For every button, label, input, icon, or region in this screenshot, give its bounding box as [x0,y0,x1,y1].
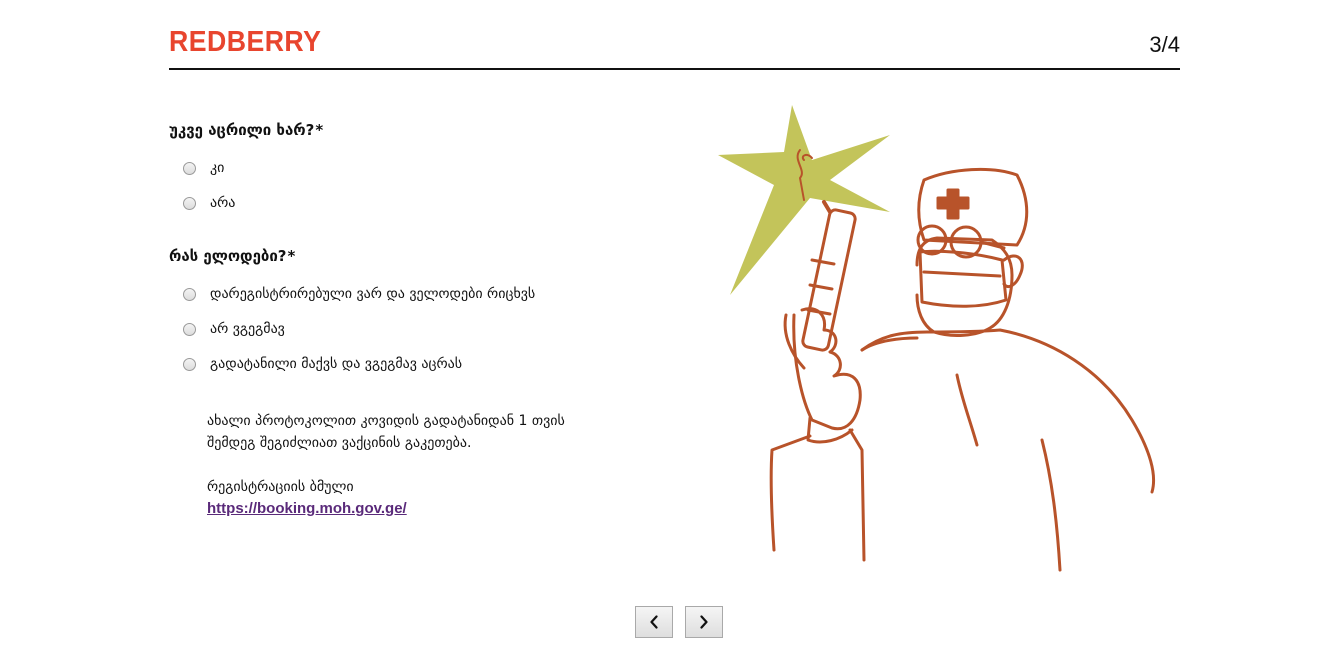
option-label: გადატანილი მაქვს და ვგეგმავ აცრას [210,356,463,372]
info-text-line: ახალი პროტოკოლით კოვიდის გადატანიდან 1 თ… [207,413,565,429]
next-button[interactable] [685,606,723,638]
required-mark: * [287,247,296,265]
radio-option-not-planning[interactable]: არ ვგეგმავ [183,319,669,339]
question-vaccinated: უკვე აცრილი ხარ?* [169,118,669,142]
radio-option-yes[interactable]: კი [183,158,669,178]
chevron-left-icon [650,615,658,629]
option-label: არ ვგეგმავ [210,321,285,337]
radio-button[interactable] [183,322,196,336]
page: REDBERRY 3/4 უკვე აცრილი ხარ?* კი არა რა… [0,0,1342,650]
radio-button[interactable] [183,161,196,175]
option-label: დარეგისტრირებული ვარ და ველოდები რიცხვს [210,286,536,302]
option-label: არა [210,195,236,211]
required-mark: * [315,121,324,139]
info-text-line: შემდეგ შეგიძლიათ ვაქცინის გაკეთება. [207,435,472,451]
question-label: რას ელოდები? [169,247,287,265]
survey-form: უკვე აცრილი ხარ?* კი არა რას ელოდები?* დ… [169,118,669,520]
radio-button[interactable] [183,357,196,371]
registration-link-label: რეგისტრაციის ბმული [207,479,354,495]
option-label: კი [210,160,225,176]
chevron-right-icon [700,615,708,629]
question-label: უკვე აცრილი ხარ? [169,121,315,139]
radio-option-had-covid[interactable]: გადატანილი მაქვს და ვგეგმავ აცრას [183,354,669,374]
radio-button[interactable] [183,196,196,210]
radio-option-no[interactable]: არა [183,193,669,213]
header: REDBERRY 3/4 [169,22,1180,70]
redberry-logo: REDBERRY [169,26,322,58]
registration-link[interactable]: https://booking.moh.gov.ge/ [207,500,407,517]
info-note: ახალი პროტოკოლით კოვიდის გადატანიდან 1 თ… [207,410,669,520]
radio-button[interactable] [183,287,196,301]
previous-button[interactable] [635,606,673,638]
step-counter: 3/4 [1149,32,1180,57]
radio-option-registered[interactable]: დარეგისტრირებული ვარ და ველოდები რიცხვს [183,284,669,304]
question-waiting: რას ელოდები?* [169,244,669,268]
doctor-with-syringe-illustration [718,105,1156,572]
